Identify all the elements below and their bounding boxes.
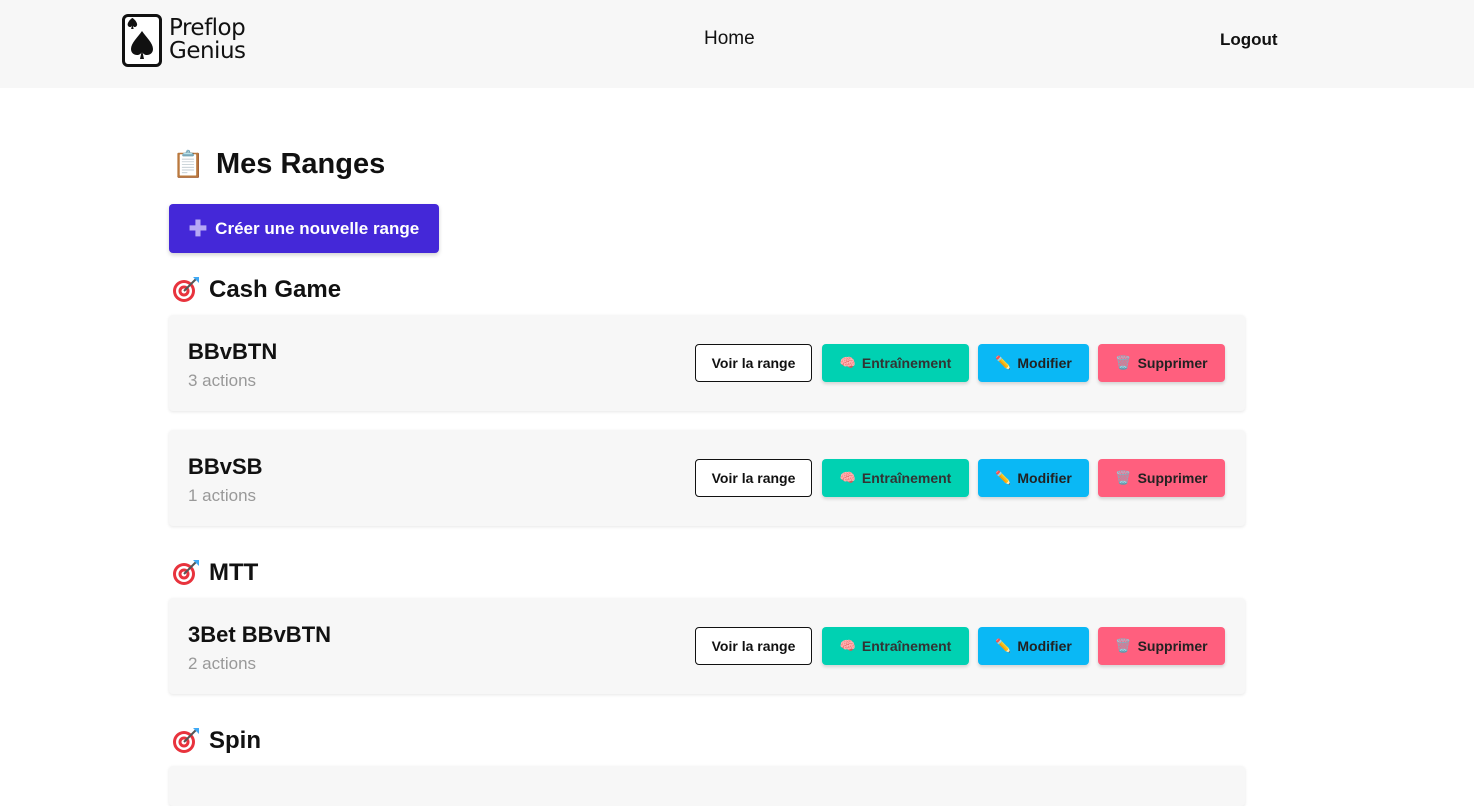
trash-icon: 🗑️ (1115, 470, 1132, 485)
delete-label: Supprimer (1137, 470, 1208, 486)
delete-button[interactable]: 🗑️ Supprimer (1098, 344, 1225, 382)
view-range-button[interactable]: Voir la range (695, 344, 812, 382)
range-actions-count: 1 actions (188, 486, 257, 505)
section-title-text: MTT (209, 559, 259, 586)
brain-icon: 🧠 (839, 638, 856, 653)
create-range-button[interactable]: ✚ Créer une nouvelle range (169, 204, 439, 253)
logo-line-1: Preflop (169, 15, 246, 41)
section-title-mtt: MTT (172, 559, 258, 587)
pencil-icon: ✏️ (995, 638, 1012, 653)
pencil-icon: ✏️ (995, 470, 1012, 485)
training-label: Entraînement (861, 355, 952, 371)
target-icon (173, 728, 199, 753)
logout-link[interactable]: Logout (1220, 30, 1278, 50)
range-name: BBvBTN (188, 339, 278, 364)
create-range-label: Créer une nouvelle range (215, 218, 420, 238)
brain-icon: 🧠 (839, 470, 856, 485)
page-title-text: Mes Ranges (216, 148, 386, 180)
edit-label: Modifier (1017, 355, 1072, 371)
delete-button[interactable]: 🗑️ Supprimer (1098, 627, 1225, 665)
logo-line-2: Genius (169, 38, 246, 64)
section-title-text: Spin (209, 727, 261, 754)
range-card: BBvBTN 3 actions Voir la range 🧠 Entraîne… (169, 315, 1245, 411)
target-icon (173, 277, 199, 302)
training-label: Entraînement (861, 638, 952, 654)
delete-label: Supprimer (1137, 355, 1208, 371)
trash-icon: 🗑️ (1115, 355, 1132, 370)
logo[interactable]: Preflop Genius (122, 13, 246, 67)
training-button[interactable]: 🧠 Entraînement (822, 459, 969, 497)
page-title: 📋 Mes Ranges (172, 148, 385, 181)
delete-button[interactable]: 🗑️ Supprimer (1098, 459, 1225, 497)
section-title-text: Cash Game (209, 276, 342, 303)
trash-icon: 🗑️ (1115, 638, 1132, 653)
target-icon (173, 560, 199, 585)
edit-label: Modifier (1017, 470, 1072, 486)
nav-home-link[interactable]: Home (704, 28, 755, 50)
view-range-label: Voir la range (711, 638, 796, 654)
brain-icon: 🧠 (839, 355, 856, 370)
view-range-button[interactable]: Voir la range (695, 459, 812, 497)
range-card: 3Bet BBvBTN 2 actions Voir la range 🧠 Ent… (169, 598, 1245, 694)
edit-label: Modifier (1017, 638, 1072, 654)
edit-button[interactable]: ✏️ Modifier (978, 627, 1089, 665)
logo-text: Preflop Genius (169, 17, 246, 63)
delete-label: Supprimer (1137, 638, 1208, 654)
range-actions-count: 2 actions (188, 654, 257, 673)
pencil-icon: ✏️ (995, 355, 1012, 370)
training-label: Entraînement (861, 470, 952, 486)
view-range-label: Voir la range (711, 470, 796, 486)
range-actions-count: 3 actions (188, 371, 257, 390)
clipboard-icon: 📋 (172, 149, 205, 179)
view-range-label: Voir la range (711, 355, 796, 371)
training-button[interactable]: 🧠 Entraînement (822, 344, 969, 382)
section-title-cash-game: Cash Game (172, 276, 341, 304)
section-title-spin: Spin (172, 727, 261, 755)
training-button[interactable]: 🧠 Entraînement (822, 627, 969, 665)
spade-card-icon (122, 13, 162, 67)
plus-icon: ✚ (188, 215, 208, 241)
edit-button[interactable]: ✏️ Modifier (978, 344, 1089, 382)
range-card: BBvSB 1 actions Voir la range 🧠 Entraînem… (169, 430, 1245, 526)
range-name: BBvSB (188, 454, 263, 479)
range-name: 3Bet BBvBTN (188, 622, 332, 647)
top-navbar: Preflop Genius Home Logout (0, 0, 1474, 88)
range-card (169, 766, 1245, 806)
view-range-button[interactable]: Voir la range (695, 627, 812, 665)
edit-button[interactable]: ✏️ Modifier (978, 459, 1089, 497)
